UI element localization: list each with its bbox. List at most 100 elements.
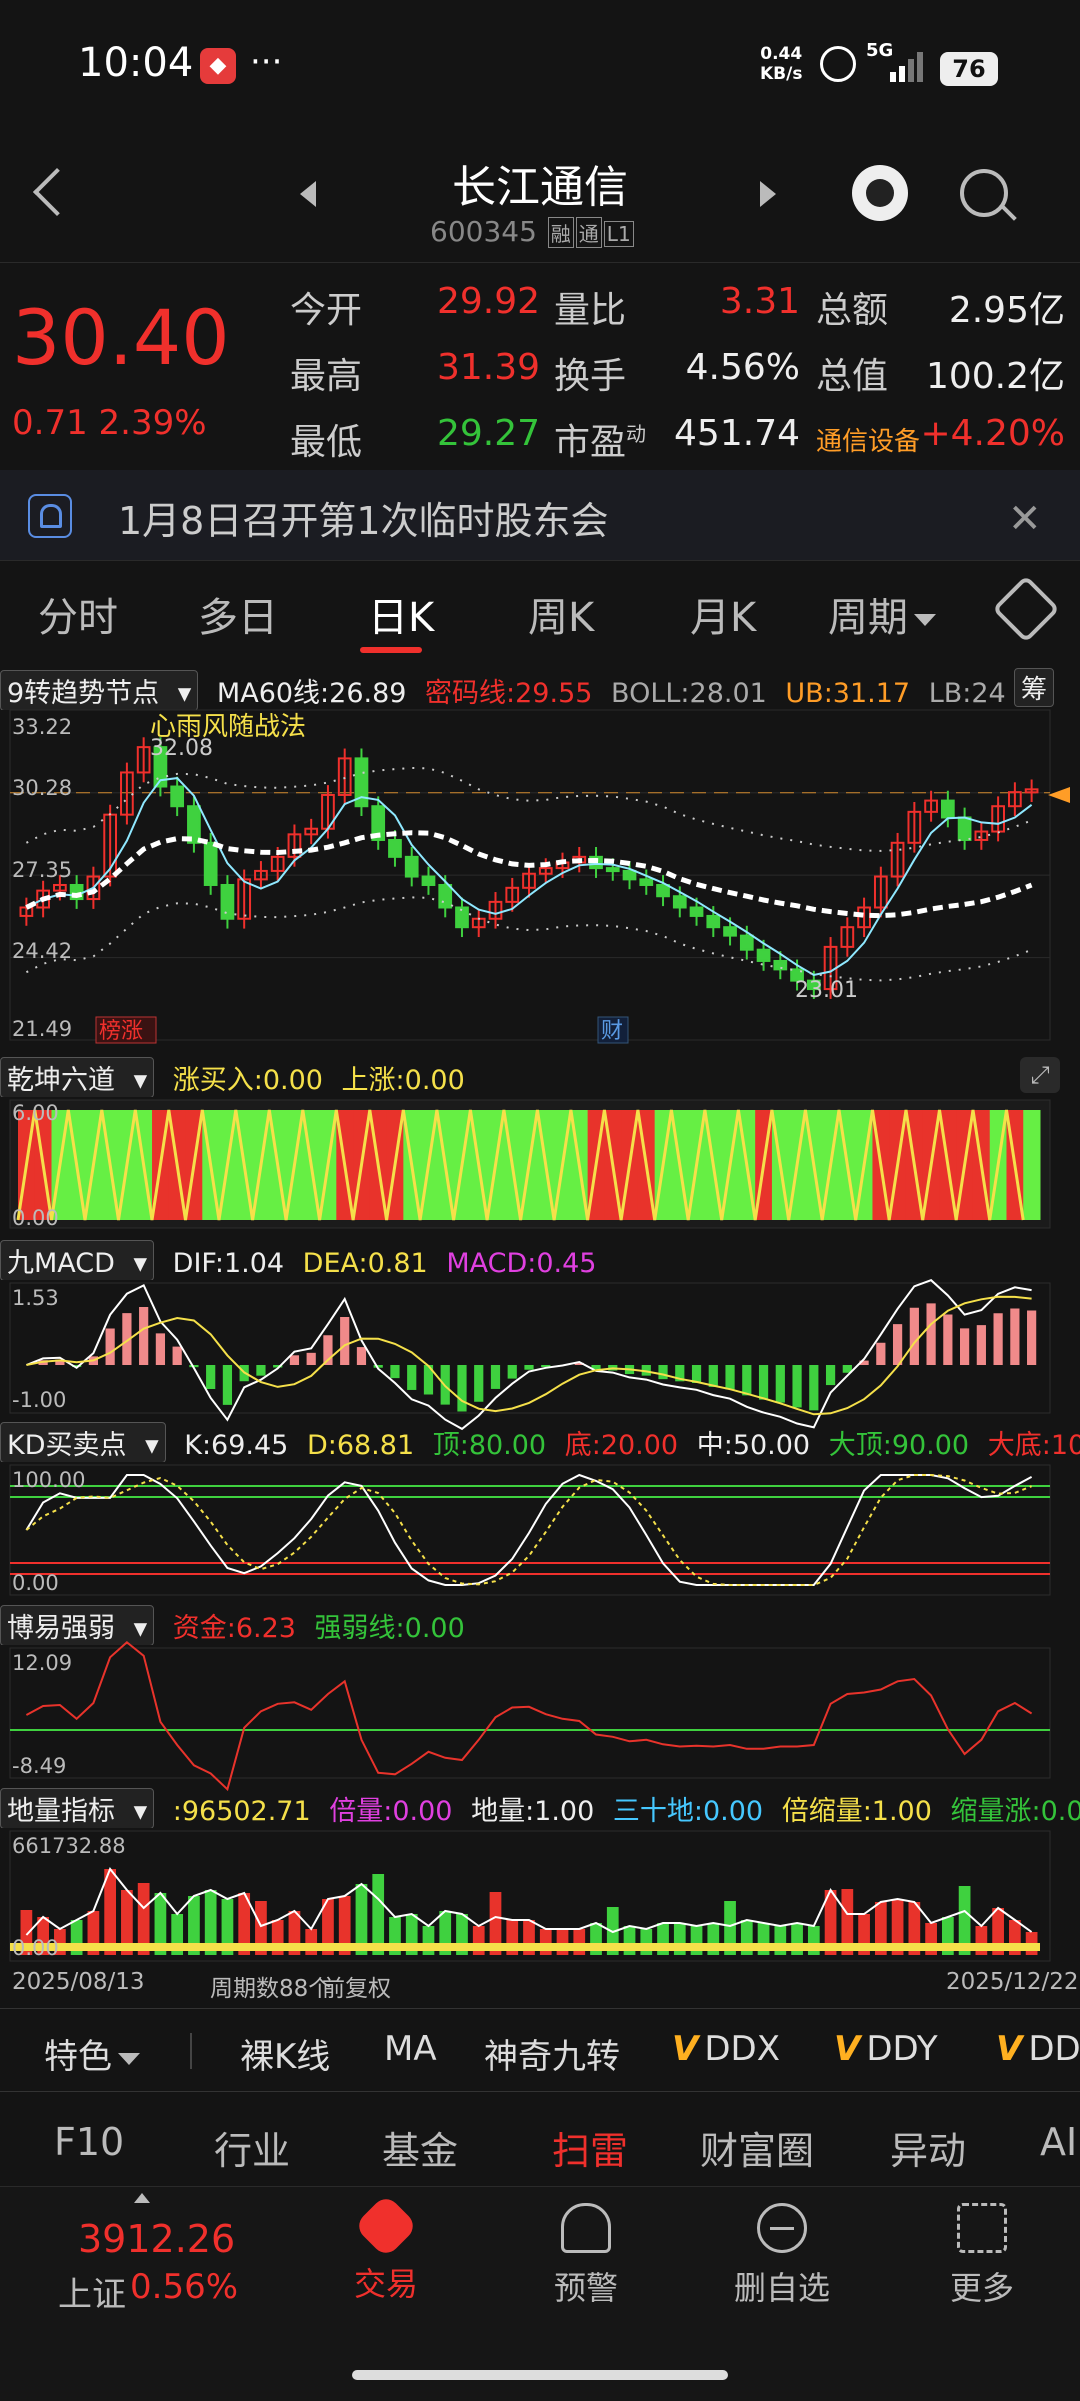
candle-body bbox=[220, 883, 235, 920]
battery-icon: 76 bbox=[940, 52, 998, 86]
bell-icon bbox=[561, 2203, 611, 2253]
chevron-down-icon bbox=[914, 614, 936, 626]
candlesticks bbox=[19, 737, 1039, 999]
divider bbox=[190, 2033, 192, 2069]
info-tabs: F10 行业 基金 扫雷 财富圈 异动 AI bbox=[0, 2100, 1080, 2190]
value-low: 29.27 bbox=[436, 413, 540, 454]
boyi-chart bbox=[10, 1640, 1050, 1792]
vip-v-icon: V bbox=[834, 2029, 861, 2069]
candle-body bbox=[706, 914, 721, 929]
feature-ddz[interactable]: V DD bbox=[996, 2029, 1080, 2069]
tab-monthly-k[interactable]: 月K bbox=[690, 585, 756, 643]
volume-bar bbox=[372, 1874, 385, 1955]
price-axis-4: 24.42 bbox=[12, 939, 72, 963]
tag-rong: 融 bbox=[547, 217, 574, 248]
nav-remove-watchlist[interactable]: 删自选 bbox=[722, 2203, 842, 2309]
search-icon[interactable] bbox=[960, 169, 1008, 217]
chevron-down-icon bbox=[118, 2052, 140, 2065]
close-icon[interactable]: ✕ bbox=[1008, 496, 1042, 542]
candle-body bbox=[672, 895, 687, 909]
prev-stock-icon[interactable] bbox=[300, 181, 316, 207]
macd-chart bbox=[26, 1279, 1037, 1431]
value-turnover-rate: 4.56% bbox=[685, 347, 800, 388]
tab-fund[interactable]: 基金 bbox=[382, 2120, 458, 2175]
expand-up-icon[interactable] bbox=[134, 2193, 150, 2203]
value-pe: 451.74 bbox=[674, 413, 800, 454]
current-price-pointer-icon bbox=[1048, 787, 1070, 803]
tab-industry[interactable]: 行业 bbox=[214, 2120, 290, 2175]
next-stock-icon[interactable] bbox=[760, 181, 776, 207]
kd-chart bbox=[10, 1473, 1050, 1586]
price-axis-bottom: 21.49 bbox=[12, 1017, 72, 1041]
back-icon[interactable] bbox=[32, 167, 82, 217]
candle-body bbox=[404, 855, 419, 878]
period-tabs: 分时 多日 日K 周K 月K 周期 bbox=[0, 560, 1080, 656]
volume-bar bbox=[556, 1929, 569, 1955]
trade-icon bbox=[353, 2193, 419, 2259]
adjust-mode[interactable]: 前复权 bbox=[322, 1969, 391, 2003]
qiankun-bar bbox=[1023, 1110, 1041, 1220]
tab-weekly-k[interactable]: 周K bbox=[528, 585, 594, 643]
tab-wealth-circle[interactable]: 财富圈 bbox=[700, 2120, 814, 2175]
candle-body bbox=[756, 948, 771, 962]
fund-line bbox=[25, 1640, 1033, 1792]
label-volume-ratio: 量比 bbox=[554, 290, 627, 331]
feature-ma[interactable]: MA bbox=[384, 2029, 437, 2069]
candle-body bbox=[455, 906, 469, 929]
feature-magic-nine[interactable]: 神奇九转 bbox=[484, 2029, 620, 2078]
chart-canvas[interactable]: 33.22 30.28 27.35 24.42 21.49 心雨风随战法 32.… bbox=[0, 655, 1080, 2003]
feature-ddy[interactable]: V DDY bbox=[834, 2029, 938, 2069]
d-line bbox=[25, 1474, 1032, 1586]
tab-f10[interactable]: F10 bbox=[54, 2120, 124, 2164]
active-tab-indicator bbox=[360, 647, 422, 653]
tab-daily-k[interactable]: 日K bbox=[368, 585, 434, 643]
candle-body bbox=[656, 883, 670, 898]
tab-period-dropdown[interactable]: 周期 bbox=[828, 585, 936, 643]
label-open: 今开 bbox=[290, 290, 363, 331]
signal-icon bbox=[890, 52, 923, 82]
price-axis-top: 33.22 bbox=[12, 715, 72, 739]
index-change: 0.56% bbox=[130, 2267, 239, 2307]
candle-body bbox=[957, 816, 972, 841]
badge-finance-text: 财 bbox=[601, 1019, 623, 1044]
announcement-text[interactable]: 1月8日召开第1次临时股东会 bbox=[118, 490, 609, 545]
tab-intraday[interactable]: 分时 bbox=[38, 585, 118, 643]
candle-body bbox=[605, 867, 620, 873]
robot-assistant-icon[interactable] bbox=[852, 165, 908, 221]
nav-more[interactable]: 更多 bbox=[922, 2203, 1042, 2309]
stock-name: 长江通信 bbox=[452, 162, 628, 213]
value-market-cap: 100.2亿 bbox=[925, 356, 1065, 397]
feature-dropdown[interactable]: 特色 bbox=[44, 2029, 140, 2078]
tag-tong: 通 bbox=[575, 217, 602, 248]
home-indicator[interactable] bbox=[352, 2370, 728, 2380]
volume-bar bbox=[539, 1929, 552, 1955]
tag-l1: L1 bbox=[603, 221, 634, 247]
index-value[interactable]: 3912.26 bbox=[78, 2217, 235, 2261]
volume-axis-top: 661732.88 bbox=[12, 1834, 126, 1858]
tab-risk-scan[interactable]: 扫雷 bbox=[552, 2120, 628, 2175]
more-notifications-icon: ··· bbox=[250, 42, 283, 82]
date-row: 2025/08/13 周期数88个 前复权 2025/12/22 bbox=[0, 1965, 1080, 2003]
date-start: 2025/08/13 bbox=[12, 1969, 145, 1995]
volume-chart bbox=[10, 1867, 1040, 1955]
label-turnover-rate: 换手 bbox=[554, 356, 627, 397]
candle-body bbox=[639, 878, 654, 886]
feature-ddx[interactable]: V DDX bbox=[672, 2029, 780, 2069]
announcement-banner[interactable]: 1月8日召开第1次临时股东会 ✕ bbox=[0, 470, 1080, 560]
value-volume-ratio: 3.31 bbox=[719, 281, 800, 322]
period-count: 周期数88个 bbox=[210, 1976, 332, 2002]
qiankun-axis-top: 6.00 bbox=[12, 1101, 59, 1125]
industry-change: +4.20% bbox=[920, 413, 1065, 454]
settings-icon[interactable] bbox=[992, 575, 1060, 643]
volume-bar bbox=[640, 1929, 653, 1955]
nav-trade[interactable]: 交易 bbox=[326, 2193, 446, 2305]
tab-ai[interactable]: AI bbox=[1040, 2120, 1077, 2164]
tab-anomaly[interactable]: 异动 bbox=[890, 2120, 966, 2175]
label-pe: 市盈动 bbox=[554, 422, 647, 463]
label-high: 最高 bbox=[290, 356, 363, 397]
nav-alert[interactable]: 预警 bbox=[526, 2203, 646, 2309]
tab-multiday[interactable]: 多日 bbox=[198, 585, 278, 643]
chart-area[interactable]: 33.22 30.28 27.35 24.42 21.49 心雨风随战法 32.… bbox=[0, 655, 1080, 2003]
index-name: 上证 bbox=[58, 2275, 126, 2315]
feature-naked-k[interactable]: 裸K线 bbox=[240, 2029, 330, 2078]
